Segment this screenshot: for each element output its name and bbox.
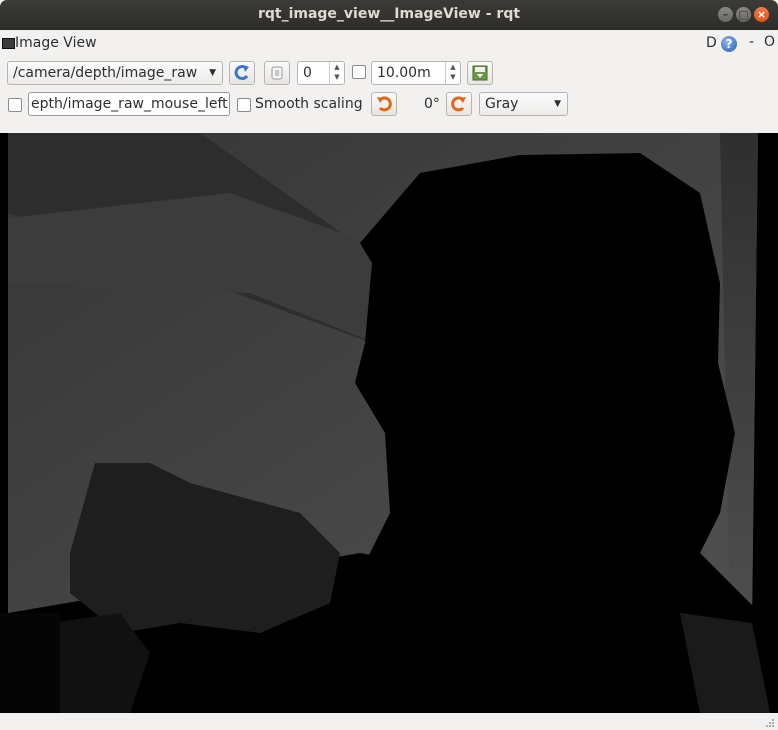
- max-range-checkbox[interactable]: [352, 65, 366, 79]
- status-bar: [0, 713, 778, 730]
- window-title: rqt_image_view__ImageView - rqt: [257, 6, 521, 22]
- number-value: 0: [303, 65, 312, 81]
- max-range-value: 10.00m: [377, 65, 431, 81]
- spin-arrows-icon[interactable]: ▲ ▼: [445, 62, 460, 84]
- help-icon[interactable]: ?: [721, 36, 737, 52]
- minimize-window-button[interactable]: –: [718, 7, 733, 22]
- colormap-value: Gray: [485, 96, 519, 112]
- mouse-topic-field[interactable]: epth/image_raw_mouse_left: [28, 92, 230, 116]
- refresh-icon: [234, 65, 249, 81]
- chevron-down-icon: ▼: [209, 68, 216, 78]
- depth-image: [0, 133, 778, 713]
- mouse-topic-value: epth/image_raw_mouse_left: [31, 96, 228, 112]
- smooth-scaling-checkbox[interactable]: [237, 98, 251, 112]
- colormap-combobox[interactable]: Gray ▼: [479, 92, 568, 116]
- plugin-minimize-button[interactable]: -: [749, 34, 754, 50]
- dock-button[interactable]: D: [706, 35, 717, 51]
- maximize-window-button[interactable]: □: [736, 7, 751, 22]
- image-view-icon: [2, 38, 15, 49]
- plugin-title: Image View: [15, 35, 97, 51]
- chevron-down-icon: ▼: [554, 99, 561, 109]
- resize-grip-icon[interactable]: [765, 718, 775, 728]
- rotate-left-icon: [377, 96, 392, 112]
- topic-combobox[interactable]: /camera/depth/image_raw ▼: [7, 61, 223, 85]
- save-icon: [472, 65, 488, 81]
- number-spinbox[interactable]: 0 ▲ ▼: [297, 61, 345, 85]
- pause-button[interactable]: [264, 61, 290, 85]
- plugin-close-button[interactable]: O: [764, 34, 775, 50]
- mouse-publish-checkbox[interactable]: [8, 98, 22, 112]
- pause-icon: [271, 66, 283, 80]
- rotate-right-icon: [451, 96, 466, 112]
- max-range-spinbox[interactable]: 10.00m ▲ ▼: [371, 61, 461, 85]
- rotation-angle: 0°: [424, 96, 440, 112]
- plugin-header: Image View D ? - O: [0, 33, 778, 55]
- refresh-button[interactable]: [229, 61, 255, 85]
- depth-image-view[interactable]: [0, 133, 778, 713]
- close-window-button[interactable]: ×: [754, 7, 769, 22]
- save-image-button[interactable]: [467, 61, 493, 85]
- rotate-left-button[interactable]: [371, 92, 397, 116]
- window-titlebar: rqt_image_view__ImageView - rqt – □ ×: [0, 0, 778, 30]
- topic-value: /camera/depth/image_raw: [13, 65, 198, 81]
- rotate-right-button[interactable]: [446, 92, 472, 116]
- smooth-scaling-label: Smooth scaling: [255, 96, 363, 112]
- spin-arrows-icon[interactable]: ▲ ▼: [329, 62, 344, 84]
